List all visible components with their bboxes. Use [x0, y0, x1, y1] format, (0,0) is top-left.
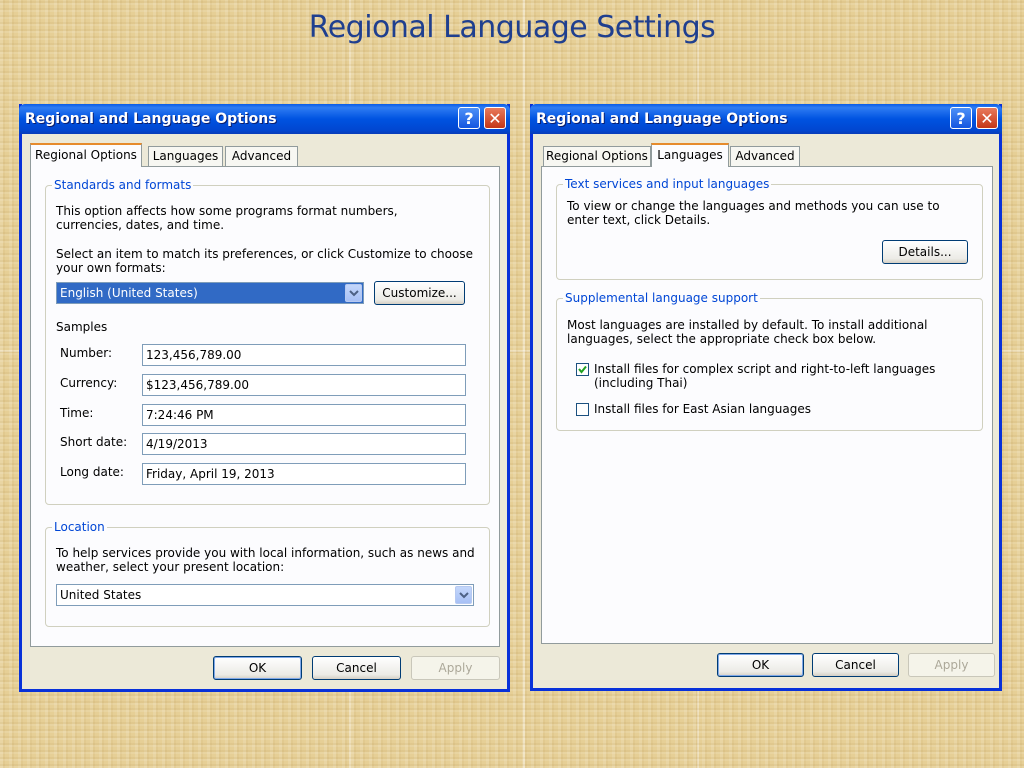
- sample-time-field: 7:24:46 PM: [142, 404, 466, 426]
- supplemental-group: Supplemental language support Most langu…: [556, 291, 983, 431]
- location-legend: Location: [52, 520, 107, 534]
- tab-languages[interactable]: Languages: [651, 143, 729, 167]
- location-group: Location To help services provide you wi…: [45, 520, 490, 627]
- right-titlebar[interactable]: Regional and Language Options ? ✕: [530, 104, 1002, 134]
- details-button[interactable]: Details...: [882, 240, 968, 264]
- apply-button[interactable]: Apply: [908, 653, 995, 677]
- sample-time-label: Time:: [60, 406, 94, 420]
- location-description: To help services provide you with local …: [56, 546, 475, 574]
- slide-title: Regional Language Settings: [308, 10, 716, 45]
- chevron-down-icon[interactable]: [345, 284, 362, 302]
- window-title: Regional and Language Options: [25, 111, 277, 127]
- text-services-legend: Text services and input languages: [563, 177, 772, 191]
- help-button[interactable]: ?: [950, 107, 972, 129]
- samples-label: Samples: [56, 320, 108, 334]
- sample-currency-label: Currency:: [60, 376, 118, 390]
- tab-languages[interactable]: Languages: [148, 146, 223, 166]
- cancel-button[interactable]: Cancel: [812, 653, 899, 677]
- sample-number-field: 123,456,789.00: [142, 344, 466, 366]
- apply-button[interactable]: Apply: [411, 656, 500, 680]
- help-button[interactable]: ?: [458, 107, 480, 129]
- standards-legend: Standards and formats: [52, 178, 194, 192]
- complex-script-label[interactable]: Install files for complex script and rig…: [594, 362, 974, 390]
- sample-number-label: Number:: [60, 346, 113, 360]
- supplemental-legend: Supplemental language support: [563, 291, 760, 305]
- left-titlebar[interactable]: Regional and Language Options ? ✕: [19, 104, 510, 134]
- location-select-value: United States: [60, 588, 142, 602]
- complex-script-checkbox[interactable]: [576, 363, 589, 376]
- sample-short-date-label: Short date:: [60, 435, 128, 449]
- location-select[interactable]: United States: [56, 584, 474, 606]
- east-asian-checkbox[interactable]: [576, 403, 589, 416]
- customize-button[interactable]: Customize...: [374, 281, 465, 305]
- close-button[interactable]: ✕: [976, 107, 998, 129]
- ok-button[interactable]: OK: [213, 656, 302, 680]
- tab-advanced[interactable]: Advanced: [730, 146, 800, 166]
- ok-button[interactable]: OK: [717, 653, 804, 677]
- checkmark-icon: [578, 365, 587, 374]
- sample-short-date-field: 4/19/2013: [142, 433, 466, 455]
- close-button[interactable]: ✕: [484, 107, 506, 129]
- right-dialog: Regional and Language Options ? ✕ Region…: [530, 104, 1002, 691]
- sample-long-date-field: Friday, April 19, 2013: [142, 463, 466, 485]
- left-dialog: Regional and Language Options ? ✕ Region…: [19, 104, 510, 692]
- supplemental-description: Most languages are installed by default.…: [567, 318, 928, 346]
- window-title: Regional and Language Options: [536, 111, 788, 127]
- tab-regional-options[interactable]: Regional Options: [543, 146, 651, 166]
- text-services-group: Text services and input languages To vie…: [556, 177, 983, 280]
- sample-currency-field: $123,456,789.00: [142, 374, 466, 396]
- standards-description: This option affects how some programs fo…: [56, 204, 398, 232]
- tab-panel: Text services and input languages To vie…: [541, 166, 993, 644]
- tab-panel: Standards and formats This option affect…: [30, 166, 500, 647]
- cancel-button[interactable]: Cancel: [312, 656, 401, 680]
- chevron-down-icon[interactable]: [455, 586, 472, 604]
- text-services-description: To view or change the languages and meth…: [567, 199, 940, 227]
- sample-long-date-label: Long date:: [60, 465, 124, 479]
- east-asian-label[interactable]: Install files for East Asian languages: [594, 402, 974, 416]
- format-select-value: English (United States): [60, 286, 198, 300]
- standards-group: Standards and formats This option affect…: [45, 178, 490, 505]
- tab-advanced[interactable]: Advanced: [225, 146, 298, 166]
- format-select[interactable]: English (United States): [56, 282, 364, 304]
- tab-regional-options[interactable]: Regional Options: [30, 143, 142, 167]
- standards-instruction: Select an item to match its preferences,…: [56, 247, 473, 275]
